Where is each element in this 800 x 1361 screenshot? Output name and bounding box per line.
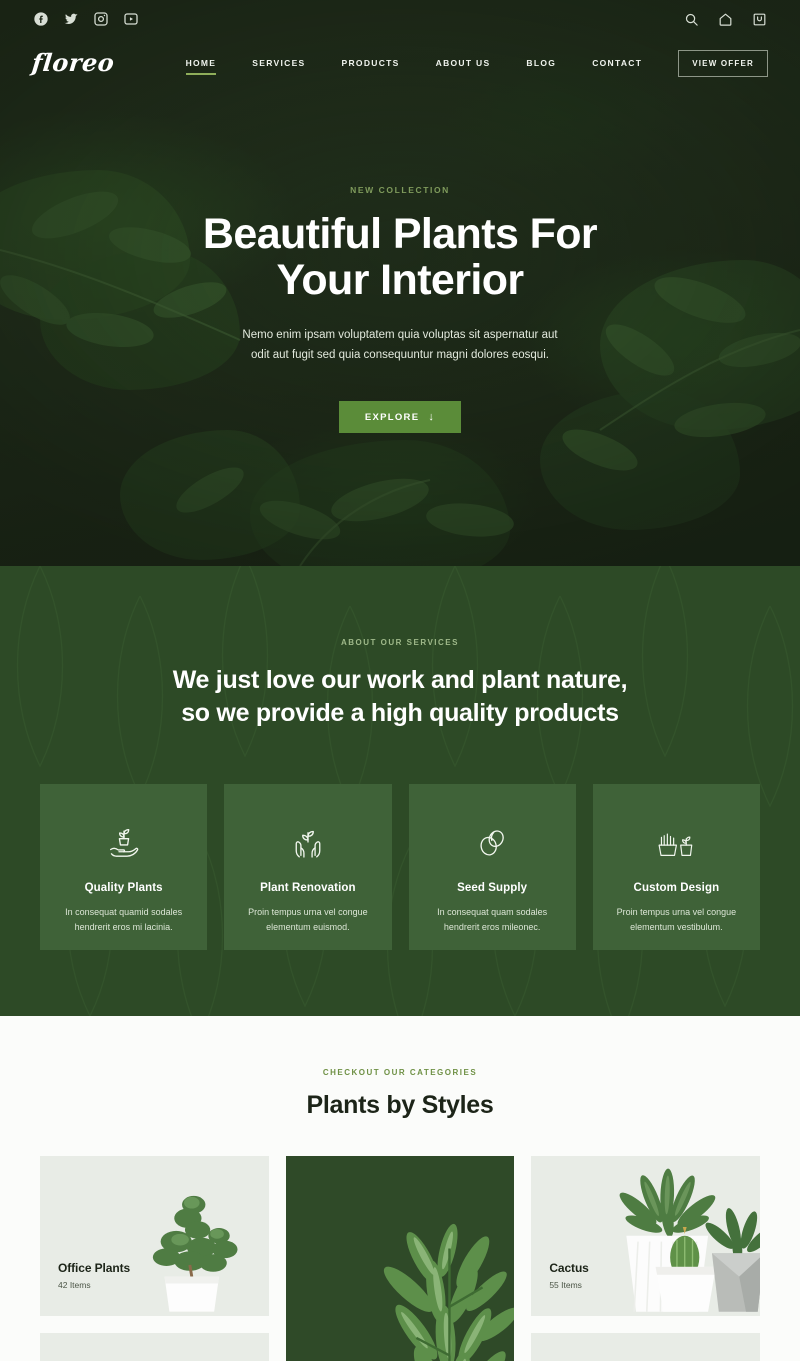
hero-title: Beautiful Plants For Your Interior (120, 211, 680, 303)
explore-button-label: EXPLORE (364, 411, 420, 423)
hero-content: NEW COLLECTION Beautiful Plants For Your… (0, 185, 800, 434)
hands-leaf-icon (242, 822, 373, 862)
services-title-line-1: We just love our work and plant nature, (172, 666, 628, 694)
nav-item-about-us[interactable]: ABOUT US (436, 52, 491, 74)
category-card-placeholder-left[interactable] (40, 1333, 269, 1361)
main-navigation: floreo HOME SERVICES PRODUCTS ABOUT US B… (0, 38, 800, 88)
service-cards-grid: Quality Plants In consequat quamid sodal… (0, 784, 800, 950)
hero-section: floreo HOME SERVICES PRODUCTS ABOUT US B… (0, 0, 800, 566)
arrow-down-icon: ↓ (428, 410, 436, 423)
categories-column-left: Office Plants 42 Items (40, 1156, 269, 1361)
category-label-block: Office Plants 42 Items (58, 1261, 130, 1290)
service-card-seed-supply[interactable]: Seed Supply In consequat quam sodales he… (408, 784, 576, 950)
service-card-title: Plant Renovation (260, 882, 356, 894)
explore-button[interactable]: EXPLORE ↓ (338, 401, 462, 434)
social-links (32, 11, 139, 28)
top-utility-bar (0, 0, 800, 38)
category-card-featured[interactable] (285, 1156, 515, 1361)
category-card-cactus[interactable]: Cactus 55 Items (531, 1156, 760, 1316)
nav-item-services[interactable]: SERVICES (252, 52, 305, 74)
category-count: 42 Items (58, 1280, 91, 1290)
potted-plants-icon (611, 822, 742, 862)
service-card-desc: Proin tempus urna vel congue elementum v… (611, 905, 742, 936)
hero-subtitle: Nemo enim ipsam voluptatem quia voluptas… (200, 325, 600, 365)
categories-eyebrow: CHECKOUT OUR CATEGORIES (322, 1068, 478, 1077)
utility-icons (683, 11, 768, 28)
service-desc-line-2: elementum euismod. (266, 922, 350, 933)
home-icon[interactable] (717, 11, 734, 28)
service-card-quality-plants[interactable]: Quality Plants In consequat quamid sodal… (40, 784, 208, 950)
service-card-desc: In consequat quamid sodales hendrerit er… (58, 905, 189, 936)
services-eyebrow: ABOUT OUR SERVICES (341, 638, 459, 647)
service-desc-line-2: elementum vestibulum. (630, 922, 723, 933)
search-icon[interactable] (683, 11, 700, 28)
service-desc-line-2: hendrerit eros mi lacinia. (74, 922, 173, 933)
view-offer-button[interactable]: VIEW OFFER (678, 49, 768, 77)
seeds-icon (427, 822, 558, 862)
services-title: We just love our work and plant nature, … (80, 664, 720, 730)
site-logo[interactable]: floreo (31, 48, 187, 77)
category-card-office-plants[interactable]: Office Plants 42 Items (40, 1156, 269, 1316)
service-card-title: Seed Supply (457, 882, 528, 894)
hero-subtitle-line-1: Nemo enim ipsam voluptatem quia voluptas… (242, 329, 558, 341)
categories-section: CHECKOUT OUR CATEGORIES Plants by Styles (0, 1016, 800, 1361)
service-desc-line-2: hendrerit eros mileonec. (443, 922, 541, 933)
hero-subtitle-line-2: odit aut fugit sed quia consequuntur mag… (251, 349, 549, 362)
service-card-desc: Proin tempus urna vel congue elementum e… (242, 905, 373, 936)
hero-title-line-2: Your Interior (276, 256, 524, 304)
service-desc-line-1: Proin tempus urna vel congue (248, 907, 368, 917)
nav-item-contact[interactable]: CONTACT (592, 52, 642, 74)
category-count: 55 Items (549, 1280, 582, 1290)
service-card-plant-renovation[interactable]: Plant Renovation Proin tempus urna vel c… (224, 784, 392, 950)
nav-item-products[interactable]: PRODUCTS (342, 52, 400, 74)
services-heading-block: ABOUT OUR SERVICES We just love our work… (0, 638, 800, 730)
service-desc-line-1: Proin tempus urna vel congue (616, 907, 737, 917)
service-card-title: Custom Design (633, 882, 720, 894)
categories-column-middle (285, 1156, 515, 1361)
categories-column-right: Cactus 55 Items (531, 1156, 760, 1361)
category-card-placeholder-right[interactable] (531, 1333, 760, 1361)
hand-sprout-icon (58, 822, 189, 862)
service-card-custom-design[interactable]: Custom Design Proin tempus urna vel cong… (592, 784, 760, 950)
categories-title: Plants by Styles (306, 1091, 494, 1119)
nav-links: HOME SERVICES PRODUCTS ABOUT US BLOG CON… (185, 52, 679, 75)
shopping-bag-icon[interactable] (751, 11, 768, 28)
facebook-icon[interactable] (32, 11, 49, 28)
nav-item-blog[interactable]: BLOG (526, 52, 556, 74)
landing-page: floreo HOME SERVICES PRODUCTS ABOUT US B… (0, 0, 800, 1361)
hero-title-line-1: Beautiful Plants For (202, 210, 598, 258)
youtube-icon[interactable] (122, 11, 139, 28)
service-desc-line-1: In consequat quamid sodales (65, 907, 183, 917)
services-section: ABOUT OUR SERVICES We just love our work… (0, 566, 800, 1016)
category-label-block: Cactus 55 Items (549, 1261, 589, 1290)
services-title-line-2: so we provide a high quality products (181, 699, 619, 727)
service-card-desc: In consequat quam sodales hendrerit eros… (427, 905, 558, 936)
nav-item-home[interactable]: HOME (185, 52, 217, 75)
service-desc-line-1: In consequat quam sodales (437, 907, 548, 917)
twitter-icon[interactable] (62, 11, 79, 28)
category-name: Cactus (549, 1261, 589, 1275)
categories-grid: Office Plants 42 Items Cactus 55 Items (0, 1156, 800, 1361)
instagram-icon[interactable] (92, 11, 109, 28)
hero-eyebrow: NEW COLLECTION (350, 185, 450, 195)
category-name: Office Plants (58, 1261, 131, 1275)
service-card-title: Quality Plants (84, 882, 163, 894)
featured-plant-image (285, 1156, 515, 1361)
